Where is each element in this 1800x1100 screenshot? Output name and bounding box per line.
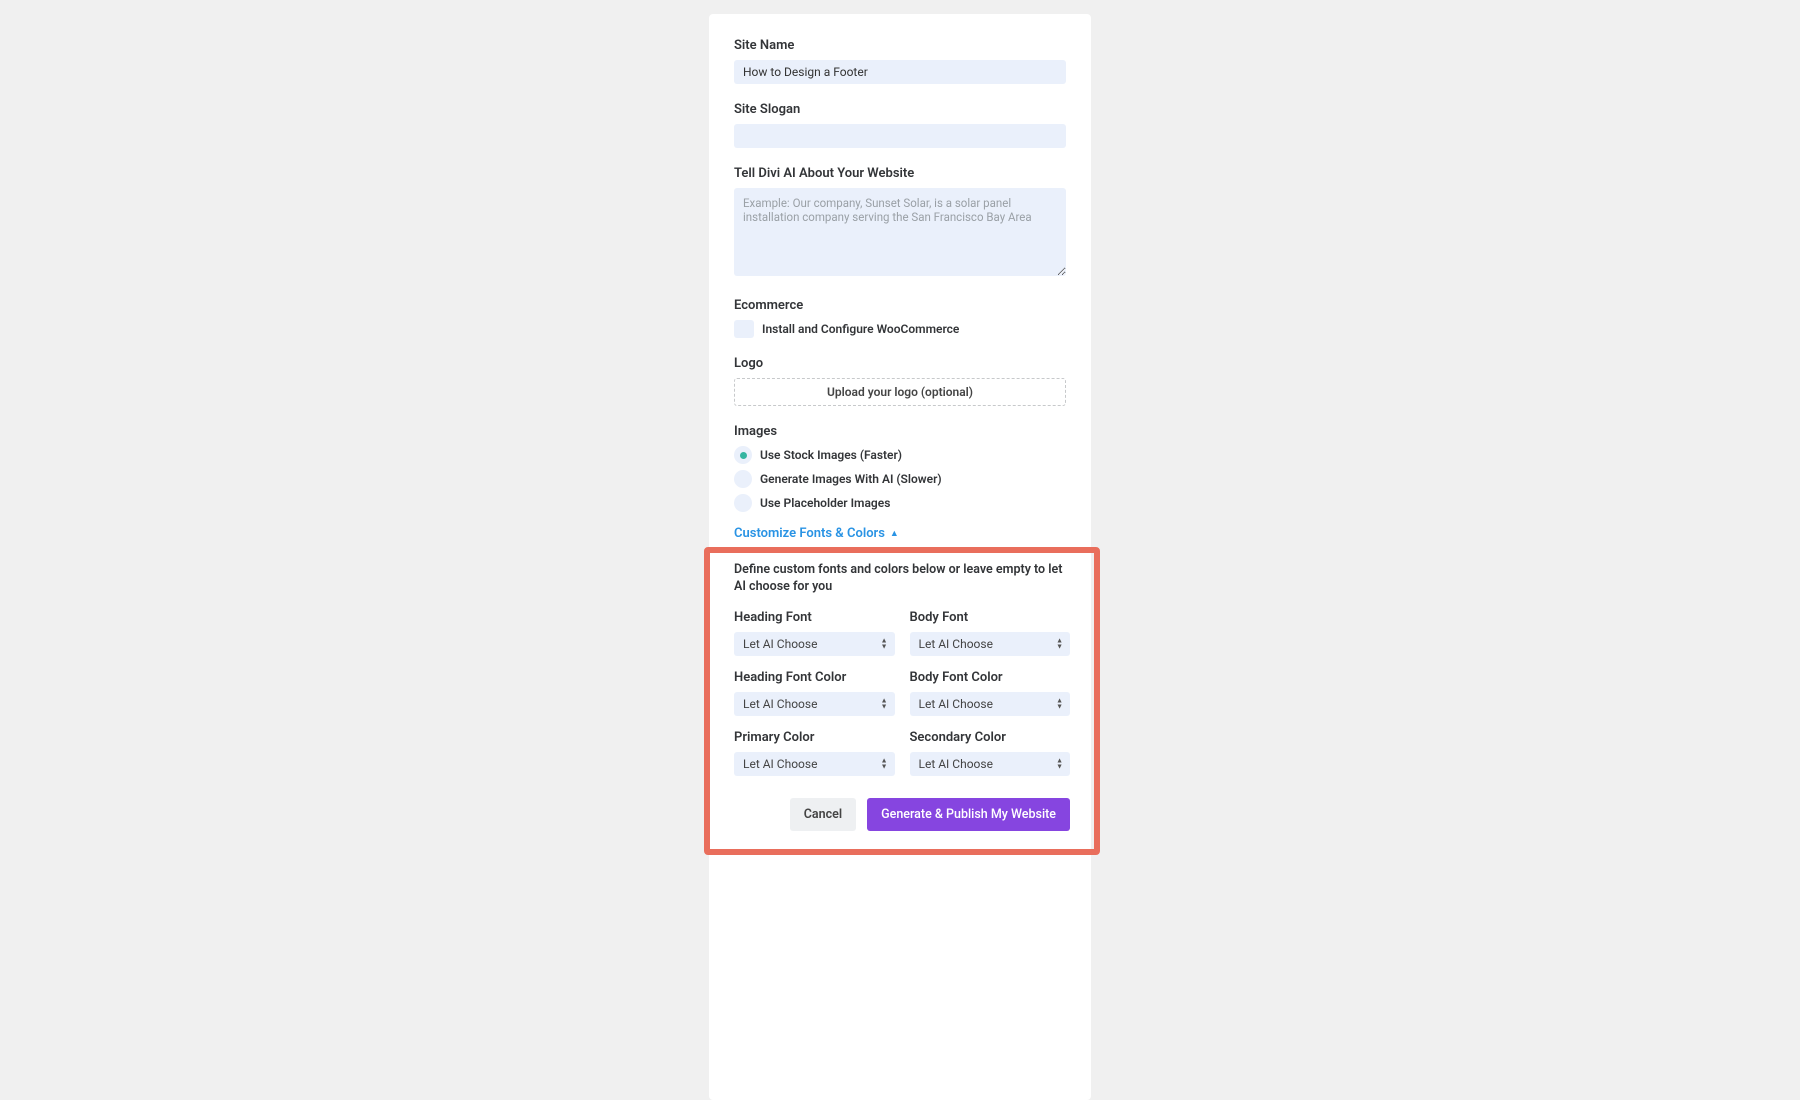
radio-icon bbox=[734, 446, 752, 464]
images-label: Images bbox=[734, 424, 1066, 439]
primary-color-label: Primary Color bbox=[734, 730, 895, 745]
body-font-color-group: Body Font Color Let AI Choose ▲▼ bbox=[910, 670, 1071, 716]
checkbox-icon bbox=[734, 320, 754, 338]
ecommerce-checkbox-row[interactable]: Install and Configure WooCommerce bbox=[734, 320, 1066, 338]
images-option-label: Use Placeholder Images bbox=[760, 496, 890, 510]
customize-description: Define custom fonts and colors below or … bbox=[734, 562, 1070, 596]
images-option-placeholder[interactable]: Use Placeholder Images bbox=[734, 494, 1066, 512]
secondary-color-label: Secondary Color bbox=[910, 730, 1071, 745]
heading-font-color-label: Heading Font Color bbox=[734, 670, 895, 685]
radio-icon bbox=[734, 494, 752, 512]
about-group: Tell Divi AI About Your Website bbox=[734, 166, 1066, 280]
site-slogan-input[interactable] bbox=[734, 124, 1066, 148]
heading-font-select[interactable]: Let AI Choose bbox=[734, 632, 895, 656]
heading-font-label: Heading Font bbox=[734, 610, 895, 625]
caret-up-icon: ▲ bbox=[890, 528, 899, 539]
generate-publish-button[interactable]: Generate & Publish My Website bbox=[867, 798, 1070, 831]
body-font-group: Body Font Let AI Choose ▲▼ bbox=[910, 610, 1071, 656]
radio-icon bbox=[734, 470, 752, 488]
about-label: Tell Divi AI About Your Website bbox=[734, 166, 1066, 181]
images-option-label: Use Stock Images (Faster) bbox=[760, 448, 902, 462]
logo-group: Logo Upload your logo (optional) bbox=[734, 356, 1066, 406]
heading-font-color-group: Heading Font Color Let AI Choose ▲▼ bbox=[734, 670, 895, 716]
ecommerce-label: Ecommerce bbox=[734, 298, 1066, 313]
settings-panel: Site Name Site Slogan Tell Divi AI About… bbox=[709, 14, 1091, 1100]
site-slogan-group: Site Slogan bbox=[734, 102, 1066, 148]
cancel-button[interactable]: Cancel bbox=[790, 798, 856, 831]
body-font-select[interactable]: Let AI Choose bbox=[910, 632, 1071, 656]
images-option-stock[interactable]: Use Stock Images (Faster) bbox=[734, 446, 1066, 464]
logo-label: Logo bbox=[734, 356, 1066, 371]
heading-font-group: Heading Font Let AI Choose ▲▼ bbox=[734, 610, 895, 656]
customize-section-highlight: Define custom fonts and colors below or … bbox=[704, 547, 1100, 855]
site-name-label: Site Name bbox=[734, 38, 1066, 53]
images-group: Images Use Stock Images (Faster) Generat… bbox=[734, 424, 1066, 512]
logo-upload-zone[interactable]: Upload your logo (optional) bbox=[734, 378, 1066, 406]
site-name-input[interactable] bbox=[734, 60, 1066, 84]
body-font-color-label: Body Font Color bbox=[910, 670, 1071, 685]
secondary-color-group: Secondary Color Let AI Choose ▲▼ bbox=[910, 730, 1071, 776]
heading-font-color-select[interactable]: Let AI Choose bbox=[734, 692, 895, 716]
secondary-color-select[interactable]: Let AI Choose bbox=[910, 752, 1071, 776]
customize-fonts-colors-toggle[interactable]: Customize Fonts & Colors ▲ bbox=[734, 526, 899, 541]
images-option-ai[interactable]: Generate Images With AI (Slower) bbox=[734, 470, 1066, 488]
images-option-label: Generate Images With AI (Slower) bbox=[760, 472, 942, 486]
ecommerce-checkbox-label: Install and Configure WooCommerce bbox=[762, 322, 959, 336]
about-textarea[interactable] bbox=[734, 188, 1066, 276]
body-font-label: Body Font bbox=[910, 610, 1071, 625]
site-slogan-label: Site Slogan bbox=[734, 102, 1066, 117]
ecommerce-group: Ecommerce Install and Configure WooComme… bbox=[734, 298, 1066, 338]
site-name-group: Site Name bbox=[734, 38, 1066, 84]
primary-color-group: Primary Color Let AI Choose ▲▼ bbox=[734, 730, 895, 776]
primary-color-select[interactable]: Let AI Choose bbox=[734, 752, 895, 776]
customize-link-text: Customize Fonts & Colors bbox=[734, 526, 885, 541]
action-buttons: Cancel Generate & Publish My Website bbox=[734, 798, 1070, 831]
body-font-color-select[interactable]: Let AI Choose bbox=[910, 692, 1071, 716]
images-radio-list: Use Stock Images (Faster) Generate Image… bbox=[734, 446, 1066, 512]
